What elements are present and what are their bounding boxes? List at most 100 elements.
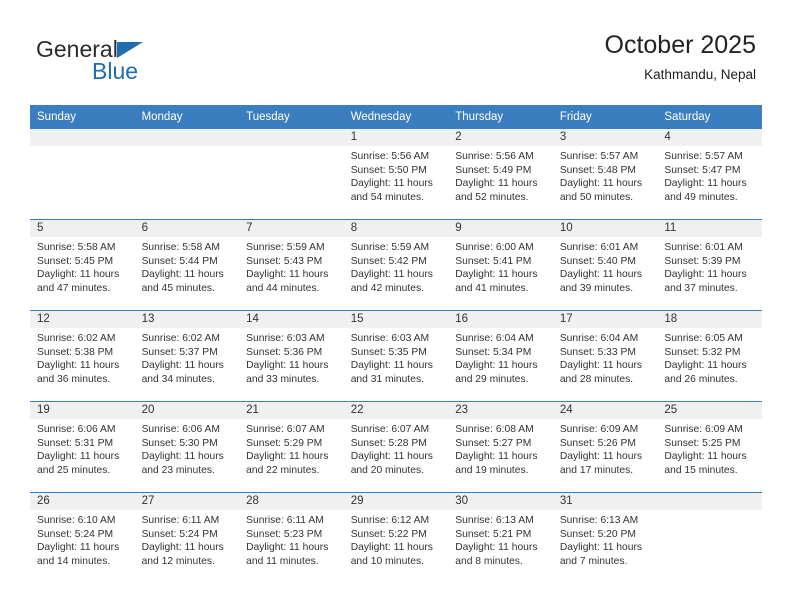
day-number: 2: [448, 129, 553, 146]
calendar-day-cell[interactable]: 8 Sunrise: 5:59 AM Sunset: 5:42 PM Daylight…: [343, 219, 449, 311]
day-cell-inner: 23 Sunrise: 6:08 AM Sunset: 5:27 PM Dayligh…: [448, 402, 553, 492]
day-cell-inner: 27 Sunrise: 6:11 AM Sunset: 5:24 PM Dayligh…: [134, 493, 240, 583]
sunset-text: Sunset: 5:21 PM: [455, 528, 532, 540]
sunset-text: Sunset: 5:24 PM: [37, 528, 114, 540]
calendar-day-cell[interactable]: 25 Sunrise: 6:09 AM Sunset: 5:25 PM Dayligh…: [657, 401, 762, 493]
day-number: 17: [552, 311, 658, 328]
day-sun-info: Sunrise: 5:57 AM Sunset: 5:47 PM Daylight:…: [657, 146, 762, 204]
calendar-day-cell-empty: [30, 128, 135, 220]
calendar-day-cell[interactable]: 13 Sunrise: 6:02 AM Sunset: 5:37 PM Dayligh…: [134, 310, 240, 402]
day-sun-info: Sunrise: 5:57 AM Sunset: 5:48 PM Daylight:…: [553, 146, 658, 204]
calendar-day-cell[interactable]: 31 Sunrise: 6:13 AM Sunset: 5:20 PM Dayligh…: [552, 492, 658, 583]
sunrise-text: Sunrise: 5:58 AM: [141, 242, 220, 253]
day-cell-inner: 6 Sunrise: 5:58 AM Sunset: 5:44 PM Daylight…: [134, 220, 240, 310]
calendar-day-cell[interactable]: 11 Sunrise: 6:01 AM Sunset: 5:39 PM Dayligh…: [657, 219, 762, 311]
calendar-day-cell[interactable]: 21 Sunrise: 6:07 AM Sunset: 5:29 PM Dayligh…: [239, 401, 344, 493]
weekday-header-monday: Monday: [134, 105, 240, 129]
calendar-day-cell[interactable]: 19 Sunrise: 6:06 AM Sunset: 5:31 PM Dayligh…: [30, 401, 135, 493]
calendar-day-cell[interactable]: 10 Sunrise: 6:01 AM Sunset: 5:40 PM Dayligh…: [552, 219, 658, 311]
daylight-text: Daylight: 11 hours and 37 minutes.: [664, 269, 747, 294]
page-header: General Blue October 2025 Kathmandu, Nep…: [0, 0, 792, 100]
calendar-day-cell[interactable]: 26 Sunrise: 6:10 AM Sunset: 5:24 PM Dayligh…: [30, 492, 135, 583]
sunrise-text: Sunrise: 6:12 AM: [350, 515, 430, 526]
day-number: [30, 129, 135, 146]
day-number: 20: [134, 402, 240, 419]
calendar-day-cell[interactable]: 1 Sunrise: 5:56 AM Sunset: 5:50 PM Daylight…: [343, 128, 449, 220]
day-sun-info: Sunrise: 6:11 AM Sunset: 5:23 PM Daylight:…: [239, 510, 344, 568]
calendar-day-cell[interactable]: 5 Sunrise: 5:58 AM Sunset: 5:45 PM Daylight…: [30, 219, 135, 311]
daylight-text: Daylight: 11 hours and 34 minutes.: [141, 360, 224, 385]
day-sun-info: Sunrise: 5:59 AM Sunset: 5:42 PM Daylight:…: [344, 237, 449, 295]
day-number: 3: [552, 129, 658, 146]
calendar-day-cell[interactable]: 16 Sunrise: 6:04 AM Sunset: 5:34 PM Dayligh…: [448, 310, 553, 402]
daylight-text: Daylight: 11 hours and 20 minutes.: [350, 451, 433, 476]
day-number: 27: [134, 493, 240, 510]
day-sun-info: Sunrise: 6:06 AM Sunset: 5:30 PM Daylight:…: [135, 419, 240, 477]
sunset-text: Sunset: 5:38 PM: [37, 346, 114, 358]
day-sun-info: Sunrise: 6:12 AM Sunset: 5:22 PM Daylight:…: [344, 510, 449, 568]
sunrise-text: Sunrise: 5:56 AM: [350, 151, 430, 162]
day-sun-info: Sunrise: 6:02 AM Sunset: 5:37 PM Daylight:…: [135, 328, 240, 386]
calendar-day-cell[interactable]: 24 Sunrise: 6:09 AM Sunset: 5:26 PM Dayligh…: [552, 401, 658, 493]
day-number: 25: [657, 402, 762, 419]
calendar-day-cell[interactable]: 17 Sunrise: 6:04 AM Sunset: 5:33 PM Dayligh…: [552, 310, 658, 402]
daylight-text: Daylight: 11 hours and 26 minutes.: [664, 360, 747, 385]
day-number: 11: [657, 220, 762, 237]
sunrise-text: Sunrise: 6:13 AM: [559, 515, 639, 526]
calendar-day-cell[interactable]: 14 Sunrise: 6:03 AM Sunset: 5:36 PM Dayligh…: [239, 310, 344, 402]
calendar-day-cell[interactable]: 15 Sunrise: 6:03 AM Sunset: 5:35 PM Dayligh…: [343, 310, 449, 402]
day-sun-info: Sunrise: 6:13 AM Sunset: 5:21 PM Daylight:…: [448, 510, 553, 568]
calendar-day-cell[interactable]: 2 Sunrise: 5:56 AM Sunset: 5:49 PM Daylight…: [448, 128, 553, 220]
day-number: 10: [552, 220, 658, 237]
calendar-day-cell-empty: [239, 128, 344, 220]
calendar-day-cell[interactable]: 23 Sunrise: 6:08 AM Sunset: 5:27 PM Dayligh…: [448, 401, 553, 493]
calendar-day-cell[interactable]: 28 Sunrise: 6:11 AM Sunset: 5:23 PM Dayligh…: [239, 492, 344, 583]
daylight-text: Daylight: 11 hours and 36 minutes.: [37, 360, 120, 385]
calendar-day-cell[interactable]: 20 Sunrise: 6:06 AM Sunset: 5:30 PM Dayligh…: [134, 401, 240, 493]
day-sun-info: Sunrise: 5:56 AM Sunset: 5:49 PM Daylight:…: [448, 146, 553, 204]
brand-logo[interactable]: General Blue: [36, 36, 216, 84]
calendar-day-cell[interactable]: 3 Sunrise: 5:57 AM Sunset: 5:48 PM Daylight…: [552, 128, 658, 220]
day-number: 28: [239, 493, 344, 510]
calendar-day-cell[interactable]: 4 Sunrise: 5:57 AM Sunset: 5:47 PM Daylight…: [657, 128, 762, 220]
day-sun-info: Sunrise: 6:10 AM Sunset: 5:24 PM Daylight:…: [30, 510, 135, 568]
day-cell-inner: 20 Sunrise: 6:06 AM Sunset: 5:30 PM Dayligh…: [134, 402, 240, 492]
day-number: 9: [448, 220, 553, 237]
day-cell-inner: 26 Sunrise: 6:10 AM Sunset: 5:24 PM Dayligh…: [30, 493, 135, 583]
calendar-day-cell[interactable]: 29 Sunrise: 6:12 AM Sunset: 5:22 PM Dayligh…: [343, 492, 449, 583]
sunset-text: Sunset: 5:26 PM: [559, 437, 636, 449]
day-cell-inner: 1 Sunrise: 5:56 AM Sunset: 5:50 PM Daylight…: [343, 129, 449, 219]
day-number: 5: [30, 220, 135, 237]
sunrise-text: Sunrise: 6:06 AM: [37, 424, 116, 435]
day-sun-info: Sunrise: 6:01 AM Sunset: 5:40 PM Daylight:…: [553, 237, 658, 295]
calendar-day-cell[interactable]: 7 Sunrise: 5:59 AM Sunset: 5:43 PM Daylight…: [239, 219, 344, 311]
weekday-header-saturday: Saturday: [657, 105, 762, 129]
day-number: 13: [134, 311, 240, 328]
sunset-text: Sunset: 5:45 PM: [37, 255, 114, 267]
calendar-day-cell[interactable]: 12 Sunrise: 6:02 AM Sunset: 5:38 PM Dayligh…: [30, 310, 135, 402]
day-cell-inner: 9 Sunrise: 6:00 AM Sunset: 5:41 PM Daylight…: [448, 220, 553, 310]
daylight-text: Daylight: 11 hours and 47 minutes.: [37, 269, 120, 294]
sunrise-text: Sunrise: 6:05 AM: [664, 333, 743, 344]
day-cell-inner: 14 Sunrise: 6:03 AM Sunset: 5:36 PM Dayligh…: [239, 311, 344, 401]
sunset-text: Sunset: 5:20 PM: [559, 528, 636, 540]
daylight-text: Daylight: 11 hours and 11 minutes.: [246, 542, 329, 567]
day-cell-inner: 2 Sunrise: 5:56 AM Sunset: 5:49 PM Daylight…: [448, 129, 553, 219]
day-cell-inner: 22 Sunrise: 6:07 AM Sunset: 5:28 PM Dayligh…: [343, 402, 449, 492]
calendar-day-cell[interactable]: 30 Sunrise: 6:13 AM Sunset: 5:21 PM Dayligh…: [448, 492, 553, 583]
calendar-day-cell[interactable]: 22 Sunrise: 6:07 AM Sunset: 5:28 PM Dayligh…: [343, 401, 449, 493]
calendar-day-cell[interactable]: 9 Sunrise: 6:00 AM Sunset: 5:41 PM Daylight…: [448, 219, 553, 311]
calendar-body: 1 Sunrise: 5:56 AM Sunset: 5:50 PM Daylight…: [30, 128, 762, 583]
day-sun-info: Sunrise: 5:58 AM Sunset: 5:45 PM Daylight:…: [30, 237, 135, 295]
sunrise-text: Sunrise: 6:00 AM: [455, 242, 534, 253]
calendar-day-cell[interactable]: 27 Sunrise: 6:11 AM Sunset: 5:24 PM Dayligh…: [134, 492, 240, 583]
day-cell-inner: 16 Sunrise: 6:04 AM Sunset: 5:34 PM Dayligh…: [448, 311, 553, 401]
day-cell-inner: 7 Sunrise: 5:59 AM Sunset: 5:43 PM Daylight…: [239, 220, 344, 310]
day-sun-info: Sunrise: 6:06 AM Sunset: 5:31 PM Daylight:…: [30, 419, 135, 477]
sunset-text: Sunset: 5:32 PM: [664, 346, 741, 358]
calendar-day-cell[interactable]: 6 Sunrise: 5:58 AM Sunset: 5:44 PM Daylight…: [134, 219, 240, 311]
day-number: [239, 129, 344, 146]
day-number: 12: [30, 311, 135, 328]
daylight-text: Daylight: 11 hours and 49 minutes.: [664, 178, 747, 203]
calendar-day-cell[interactable]: 18 Sunrise: 6:05 AM Sunset: 5:32 PM Dayligh…: [657, 310, 762, 402]
